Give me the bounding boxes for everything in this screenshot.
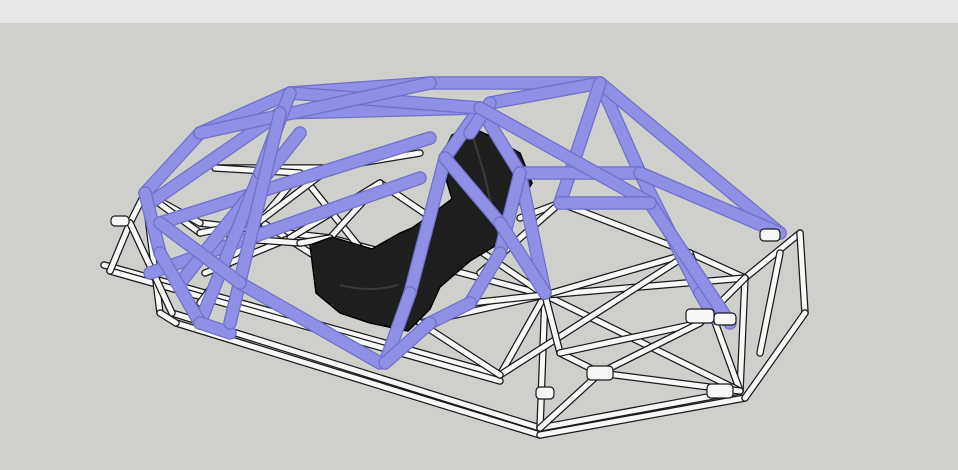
tube-end-cap-2 <box>713 312 737 326</box>
cage-tube-24 <box>554 77 606 209</box>
tube-end-cap-1 <box>685 308 715 324</box>
frame-tube-39 <box>107 220 133 274</box>
frame-tube-9 <box>742 310 808 401</box>
toolbar-strip <box>0 0 958 24</box>
tube-end-cap-0 <box>759 228 781 242</box>
tube-end-cap-3 <box>706 383 734 399</box>
tube-end-cap-4 <box>586 365 614 381</box>
frame-tube-33 <box>557 320 703 356</box>
model-viewport[interactable] <box>0 23 958 470</box>
tube-end-cap-5 <box>535 386 555 400</box>
tube-end-cap-6 <box>110 215 130 227</box>
cage-tube-18 <box>154 132 436 229</box>
chassis-model <box>100 76 809 439</box>
